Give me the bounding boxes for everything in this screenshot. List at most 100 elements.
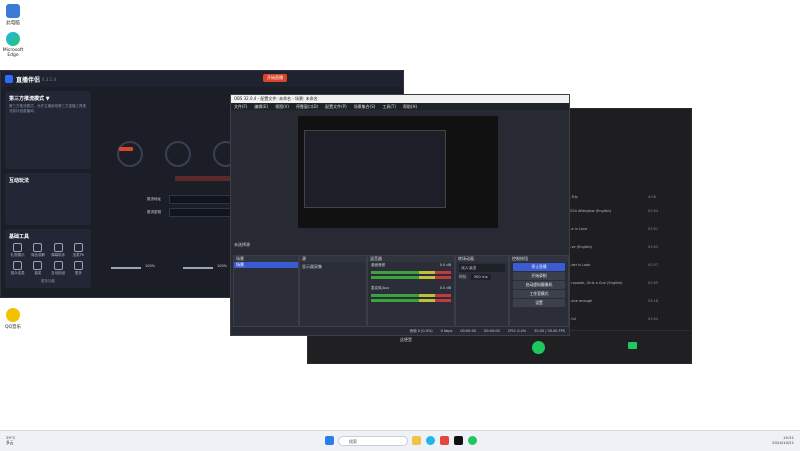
desktop-icon-edge[interactable]: Microsoft Edge bbox=[0, 32, 26, 58]
song-row[interactable]: ...ve (English) 03:03 bbox=[568, 245, 678, 249]
obs-window[interactable]: OBS 32.0.4 - 配置文件: 未命名 - 场景: 未命名 文件(F) 编… bbox=[230, 94, 570, 336]
now-playing-title: 这便是 bbox=[400, 337, 412, 342]
scenes-dock: 场景 场景 bbox=[233, 255, 299, 327]
gift-icon bbox=[13, 243, 23, 252]
menu-docks[interactable]: 停靠窗口(D) bbox=[296, 104, 318, 110]
song-row[interactable]: ...ful 03:04 bbox=[568, 317, 678, 321]
lyrics-button[interactable] bbox=[628, 342, 637, 349]
menu-scene-collection[interactable]: 场景集合(S) bbox=[354, 104, 376, 110]
menu-tools[interactable]: 工具(T) bbox=[382, 104, 396, 110]
lottery-icon bbox=[33, 261, 43, 270]
taskbar: 29°C 多云 搜索 15:51 2024/10/21 bbox=[0, 430, 800, 451]
menu-file[interactable]: 文件(F) bbox=[234, 104, 247, 110]
edge-taskbar-icon[interactable] bbox=[426, 436, 435, 445]
status-tag bbox=[119, 147, 133, 151]
qqmusic-taskbar-icon[interactable] bbox=[468, 436, 477, 445]
audio-meter bbox=[371, 299, 451, 302]
obs-preview[interactable] bbox=[298, 116, 498, 228]
computer-icon bbox=[6, 4, 20, 18]
mixer-dock: 混音器 桌面音频 0.0 dB 麦克风/Aux 0.0 dB bbox=[367, 255, 455, 327]
desktop-icon-label: QQ音乐 bbox=[4, 325, 22, 330]
virtual-camera-button[interactable]: 启动虚拟摄像机 bbox=[513, 281, 565, 289]
system-clock[interactable]: 15:51 2024/10/21 bbox=[772, 435, 794, 445]
obs-statusbar: 丢帧 0 (0.0%) 0 kbps 00:00:00 00:00:00 CPU… bbox=[231, 326, 569, 335]
taskbar-search[interactable]: 搜索 bbox=[338, 436, 408, 446]
mode-card-title[interactable]: 第三方推流模式 ▼ bbox=[9, 95, 87, 102]
song-row[interactable]: ...der Is Look 02:57 bbox=[568, 263, 678, 267]
mode-card-desc: 第三方推流模式，允许主播使用第三方直播工具推流到抖音直播间。 bbox=[9, 104, 86, 113]
obs-window-title: OBS 32.0.4 - 配置文件: 未命名 - 场景: 未命名 bbox=[234, 96, 318, 101]
desktop-icon-this-pc[interactable]: 此电脑 bbox=[0, 4, 26, 26]
helper-titlebar: 直播伴侣 4.3.1.4 开始直播 bbox=[1, 71, 403, 87]
no-source-label: 未选择源 bbox=[234, 242, 250, 247]
pk-icon bbox=[73, 243, 83, 252]
guest-icon bbox=[13, 261, 23, 270]
volume-left-value: 100% bbox=[145, 264, 156, 268]
start-recording-button[interactable]: 开始录制 bbox=[513, 272, 565, 280]
volume-slider-left[interactable] bbox=[111, 267, 141, 269]
tool-danmaku[interactable]: 弹幕助手 bbox=[50, 243, 67, 258]
more-icon bbox=[73, 261, 83, 270]
stream-key-label: 推流密钥 bbox=[147, 210, 161, 214]
qqmusic-icon bbox=[6, 308, 20, 322]
tool-guest[interactable]: 观众连麦 bbox=[9, 261, 26, 276]
tiktok-icon[interactable] bbox=[454, 436, 463, 445]
studio-mode-button[interactable]: 工作室模式 bbox=[513, 290, 565, 298]
interact-title: 互动玩法 bbox=[9, 178, 30, 184]
desktop-icon-label: Microsoft Edge bbox=[2, 48, 24, 58]
tools-card: 基础工具 礼物展示 商品讲解 弹幕助手 连麦PK 观众连麦 抽奖 互动贴纸 更多… bbox=[5, 229, 91, 288]
song-row[interactable]: 2024 Afterglow (English) 03:04 bbox=[568, 209, 678, 213]
tool-product[interactable]: 商品讲解 bbox=[29, 243, 46, 258]
play-pause-button[interactable] bbox=[532, 341, 545, 354]
tool-sticker[interactable]: 互动贴纸 bbox=[50, 261, 67, 276]
file-explorer-icon[interactable] bbox=[412, 436, 421, 445]
duration-input[interactable]: 300 ms bbox=[470, 274, 491, 280]
song-row[interactable]: ...ane enough 03:18 bbox=[568, 299, 678, 303]
tool-more[interactable]: 更多 bbox=[70, 261, 87, 276]
helper-version: 4.3.1.4 bbox=[42, 76, 57, 82]
sticker-icon bbox=[53, 261, 63, 270]
transition-select[interactable]: 淡入淡出 bbox=[459, 264, 505, 272]
source-item[interactable]: 显示器采集 bbox=[300, 262, 366, 272]
obs-titlebar: OBS 32.0.4 - 配置文件: 未命名 - 场景: 未命名 bbox=[231, 95, 569, 103]
transitions-header: 转场动画 bbox=[456, 256, 508, 262]
controls-dock: 控制按钮 停止直播 开始录制 启动虚拟摄像机 工作室模式 设置 bbox=[509, 255, 569, 327]
controls-header: 控制按钮 bbox=[510, 256, 568, 262]
stream-address-label: 推流地址 bbox=[147, 197, 161, 201]
settings-button[interactable]: 设置 bbox=[513, 299, 565, 307]
tools-title: 基础工具 bbox=[9, 234, 30, 240]
desktop-icon-label: 此电脑 bbox=[6, 21, 20, 26]
menu-help[interactable]: 帮助(H) bbox=[403, 104, 417, 110]
song-row[interactable]: A Trip 4:06 bbox=[568, 195, 678, 199]
sources-dock: 源 显示器采集 bbox=[299, 255, 367, 327]
tool-pk[interactable]: 连麦PK bbox=[70, 243, 87, 258]
mode-card[interactable]: 第三方推流模式 ▼ 第三方推流模式，允许主播使用第三方直播工具推流到抖音直播间。 bbox=[5, 91, 91, 169]
scene-item[interactable]: 场景 bbox=[234, 262, 298, 268]
interact-card: 互动玩法 bbox=[5, 173, 91, 225]
go-live-button[interactable]: 开始直播 bbox=[263, 74, 287, 82]
tool-gift[interactable]: 礼物展示 bbox=[9, 243, 26, 258]
desktop-icon-qqmusic[interactable]: QQ音乐 bbox=[0, 308, 26, 330]
menu-view[interactable]: 视图(V) bbox=[275, 104, 289, 110]
start-button[interactable] bbox=[325, 436, 334, 445]
song-row[interactable]: ...e in Love 03:01 bbox=[568, 227, 678, 231]
stop-streaming-button[interactable]: 停止直播 bbox=[513, 263, 565, 271]
helper-logo-icon bbox=[5, 75, 13, 83]
audio-meter bbox=[371, 271, 451, 274]
tool-lottery[interactable]: 抽奖 bbox=[29, 261, 46, 276]
mixer-track: 麦克风/Aux 0.0 dB bbox=[371, 286, 451, 290]
menu-edit[interactable]: 编辑(E) bbox=[254, 104, 268, 110]
store-icon[interactable] bbox=[440, 436, 449, 445]
transitions-dock: 转场动画 淡入淡出 时长 300 ms bbox=[455, 255, 509, 327]
chat-icon bbox=[53, 243, 63, 252]
mixer-track: 桌面音频 0.0 dB bbox=[371, 263, 451, 267]
menu-profile[interactable]: 配置文件(P) bbox=[325, 104, 347, 110]
more-functions-link[interactable]: 更多功能 bbox=[9, 279, 87, 284]
weather-widget[interactable]: 29°C 多云 bbox=[6, 435, 15, 445]
audio-meter bbox=[371, 276, 451, 279]
helper-sidebar: 第三方推流模式 ▼ 第三方推流模式，允许主播使用第三方直播工具推流到抖音直播间。… bbox=[5, 91, 91, 292]
song-row[interactable]: ...nqueak, Girls a Gun (English) 03:05 bbox=[568, 281, 678, 285]
preview-nested-screen bbox=[304, 130, 446, 208]
status-circle bbox=[165, 141, 191, 167]
volume-slider-right[interactable] bbox=[183, 267, 213, 269]
